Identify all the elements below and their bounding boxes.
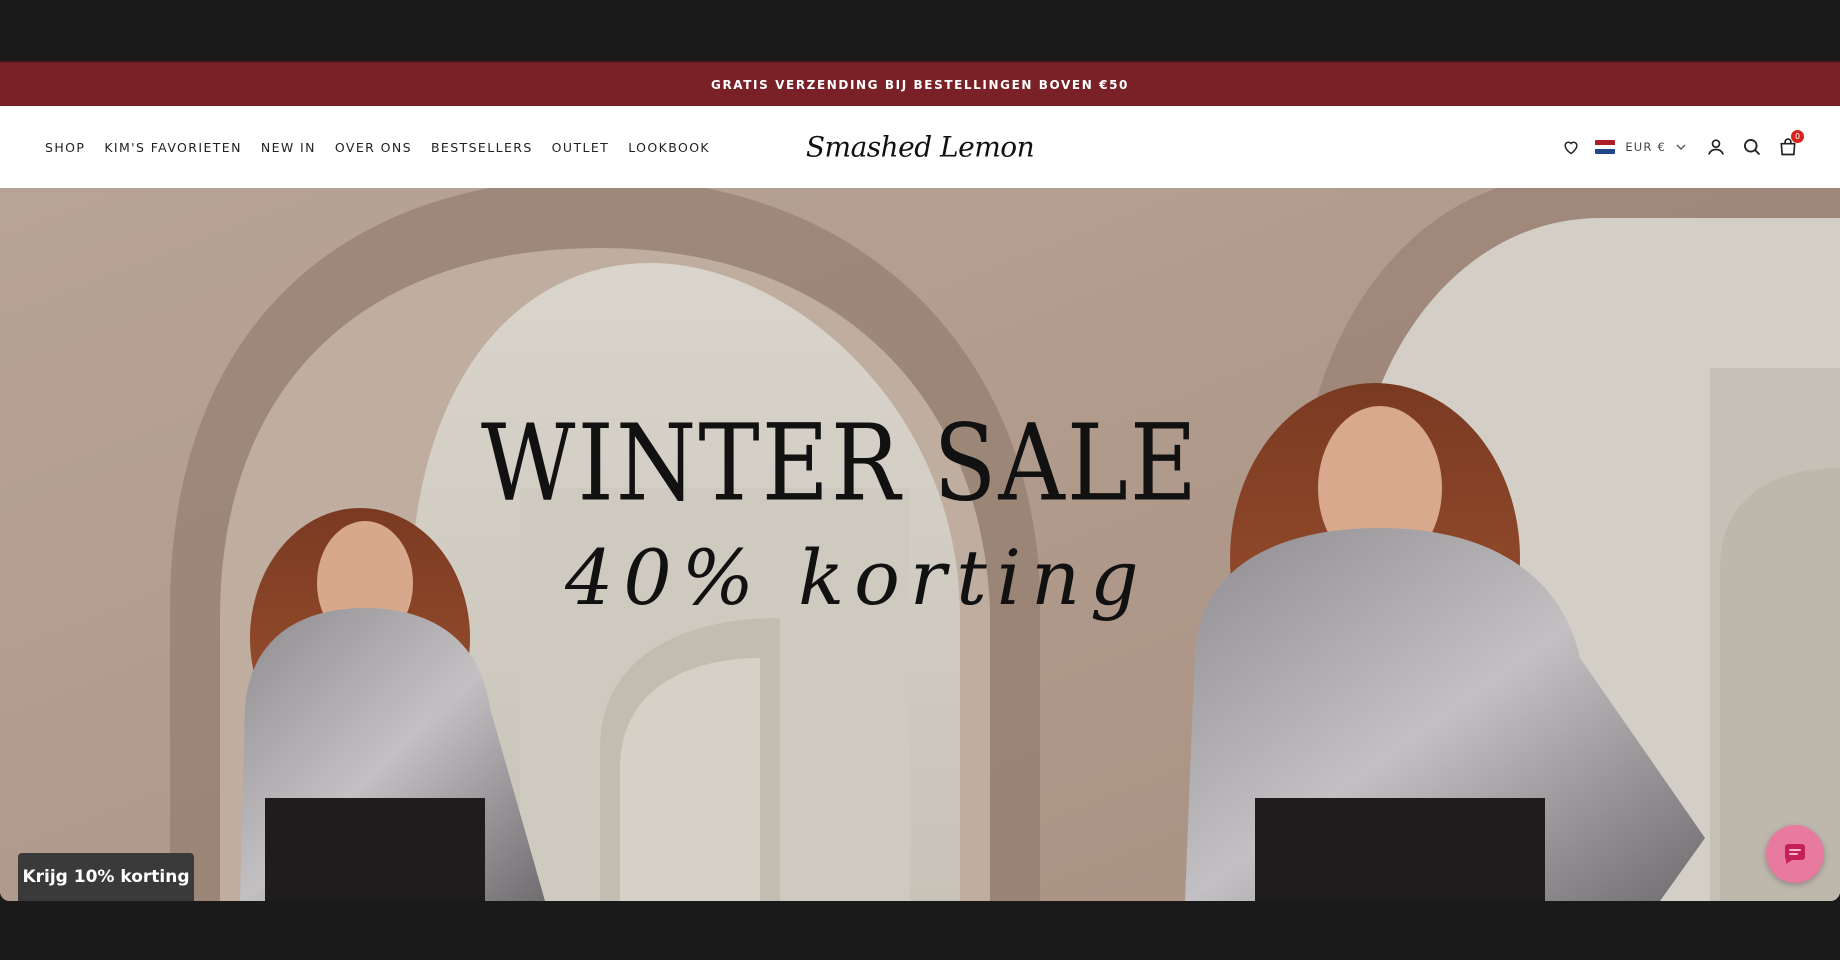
- heart-icon[interactable]: [1557, 133, 1585, 161]
- hero-subtitle: 40% korting: [565, 533, 1149, 622]
- nav-item-shop[interactable]: SHOP: [45, 140, 85, 155]
- main-nav: SHOP KIM'S FAVORIETEN NEW IN OVER ONS BE…: [45, 140, 729, 155]
- currency-label: EUR €: [1625, 140, 1666, 154]
- netherlands-flag-icon: [1595, 140, 1616, 154]
- search-icon[interactable]: [1738, 133, 1766, 161]
- nav-item-kims-favorieten[interactable]: KIM'S FAVORIETEN: [104, 140, 242, 155]
- currency-selector[interactable]: EUR €: [1595, 140, 1686, 154]
- announcement-text: GRATIS VERZENDING BIJ BESTELLINGEN BOVEN…: [711, 77, 1129, 92]
- nav-item-over-ons[interactable]: OVER ONS: [335, 140, 412, 155]
- hero-banner[interactable]: WINTER SALE 40% korting Krijg 10% kortin…: [0, 188, 1840, 901]
- browser-viewport: GRATIS VERZENDING BIJ BESTELLINGEN BOVEN…: [0, 61, 1840, 901]
- site-header: SHOP KIM'S FAVORIETEN NEW IN OVER ONS BE…: [0, 106, 1840, 188]
- header-tools: EUR € 0: [1557, 130, 1804, 161]
- nav-item-bestsellers[interactable]: BESTSELLERS: [431, 140, 533, 155]
- chevron-down-icon: [1676, 144, 1686, 150]
- discount-popup-tab[interactable]: Krijg 10% korting: [18, 853, 194, 901]
- chat-icon: [1784, 844, 1805, 864]
- nav-item-new-in[interactable]: NEW IN: [261, 140, 316, 155]
- chat-button[interactable]: [1766, 825, 1824, 883]
- user-icon[interactable]: [1702, 133, 1730, 161]
- nav-item-lookbook[interactable]: LOOKBOOK: [628, 140, 710, 155]
- bag-icon[interactable]: 0: [1774, 130, 1804, 161]
- announcement-bar: GRATIS VERZENDING BIJ BESTELLINGEN BOVEN…: [0, 61, 1840, 106]
- hero-title: WINTER SALE: [480, 401, 1200, 526]
- nav-item-outlet[interactable]: OUTLET: [552, 140, 610, 155]
- cart-count-badge: 0: [1791, 130, 1804, 143]
- brand-logo[interactable]: Smashed Lemon: [806, 131, 1035, 164]
